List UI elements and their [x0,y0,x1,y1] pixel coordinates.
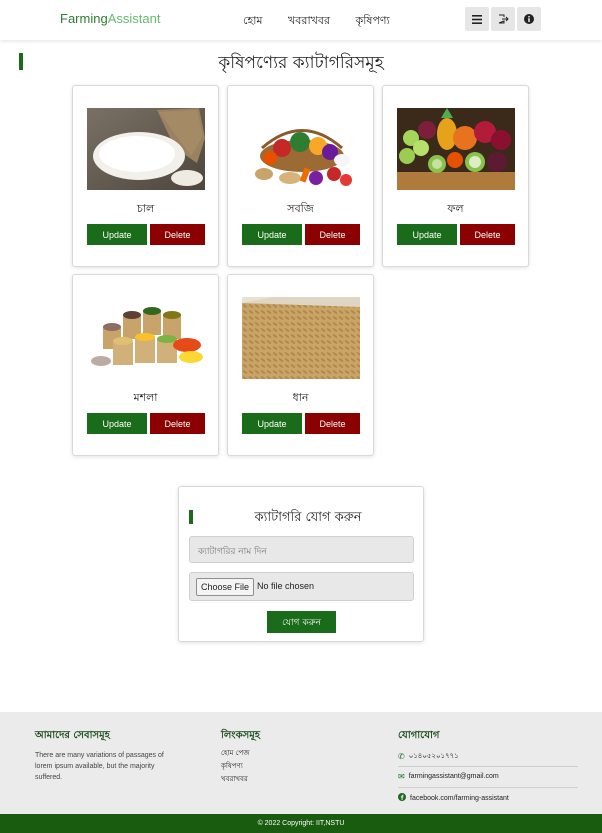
category-card-spices: মশলা Update Delete [72,274,219,456]
phone-icon: ✆ [398,751,405,761]
footer-link-news[interactable]: খবরাখবর [221,773,248,785]
facebook-icon [398,793,406,803]
file-status-text: No file chosen [257,581,315,591]
category-name: মশলা [133,391,158,404]
brand-logo[interactable]: FarmingAssistant [60,11,160,26]
footer-services-text: There are many variations of passages of… [35,752,164,781]
logout-icon[interactable] [491,7,515,31]
category-card-vegetables: সবজি Update Delete [227,85,374,267]
page-title: কৃষিপণ্যের ক্যাটাগরিসমূহ [218,53,384,73]
update-button[interactable]: Update [242,224,302,245]
contact-email: ✉ farmingassistant@gmail.com [398,772,499,781]
category-card-rice: চাল Update Delete [72,85,219,267]
contact-facebook: facebook.com/farming-assistant [398,793,509,803]
nav-link-products[interactable]: কৃষিপণ্য [356,14,390,27]
delete-button[interactable]: Delete [150,224,205,245]
envelope-icon: ✉ [398,772,405,781]
copyright-bar: © 2022 Copyright: IIT,NSTU [0,814,602,833]
update-button[interactable]: Update [242,413,302,434]
fruits-image [397,108,515,190]
footer-links-heading: লিংকসমূহ [221,730,261,741]
menu-icon[interactable] [465,7,489,31]
form-title: ক্যাটাগরি যোগ করুন [254,510,362,525]
update-button[interactable]: Update [397,224,457,245]
footer-divider [398,787,578,788]
delete-button[interactable]: Delete [305,224,360,245]
category-name-input[interactable]: ক্যাটাগরির নাম দিন [189,536,414,563]
choose-file-button[interactable]: Choose File [196,578,255,596]
contact-email-text[interactable]: farmingassistant@gmail.com [409,773,499,780]
footer: আমাদের সেবাসমূহ There are many variation… [0,712,602,814]
info-icon[interactable] [517,7,541,31]
category-name: ফল [447,202,464,215]
paddy-image [242,297,360,379]
update-button[interactable]: Update [87,413,147,434]
add-category-form: ক্যাটাগরি যোগ করুন ক্যাটাগরির নাম দিন Ch… [178,486,424,642]
rice-image [87,108,205,190]
file-input[interactable]: Choose File No file chosen [189,572,414,601]
category-card-fruits: ফল Update Delete [382,85,529,267]
add-category-button[interactable]: যোগ করুন [267,611,336,633]
footer-services-heading: আমাদের সেবাসমূহ [35,730,110,741]
update-button[interactable]: Update [87,224,147,245]
contact-phone: ✆ ০১৪০৫২০১৭৭১ [398,750,459,762]
nav-link-news[interactable]: খবরাখবর [288,14,330,27]
delete-button[interactable]: Delete [305,413,360,434]
category-name: ধান [292,391,309,404]
category-name: সবজি [287,202,314,215]
footer-contact-heading: যোগাযোগ [398,730,440,741]
footer-link-home[interactable]: হোম পেজ [221,747,250,759]
delete-button[interactable]: Delete [150,413,205,434]
delete-button[interactable]: Delete [460,224,515,245]
contact-facebook-text[interactable]: facebook.com/farming-assistant [410,795,509,802]
brand-part-2: Assistant [107,11,161,26]
footer-divider [398,766,578,767]
nav-icon-group [465,7,541,31]
vegetables-image [242,108,360,190]
nav-link-home[interactable]: হোম [243,14,263,27]
nav-links: হোম খবরাখবর কৃষিপণ্য [243,12,412,31]
category-name: চাল [136,202,155,215]
category-card-paddy: ধান Update Delete [227,274,374,456]
spices-image [87,297,205,379]
navbar: FarmingAssistant হোম খবরাখবর কৃষিপণ্য [0,0,602,40]
footer-link-products[interactable]: কৃষিপণ্য [221,760,243,772]
brand-part-1: Farming [60,11,108,26]
contact-phone-text: ০১৪০৫২০১৭৭১ [408,753,459,760]
